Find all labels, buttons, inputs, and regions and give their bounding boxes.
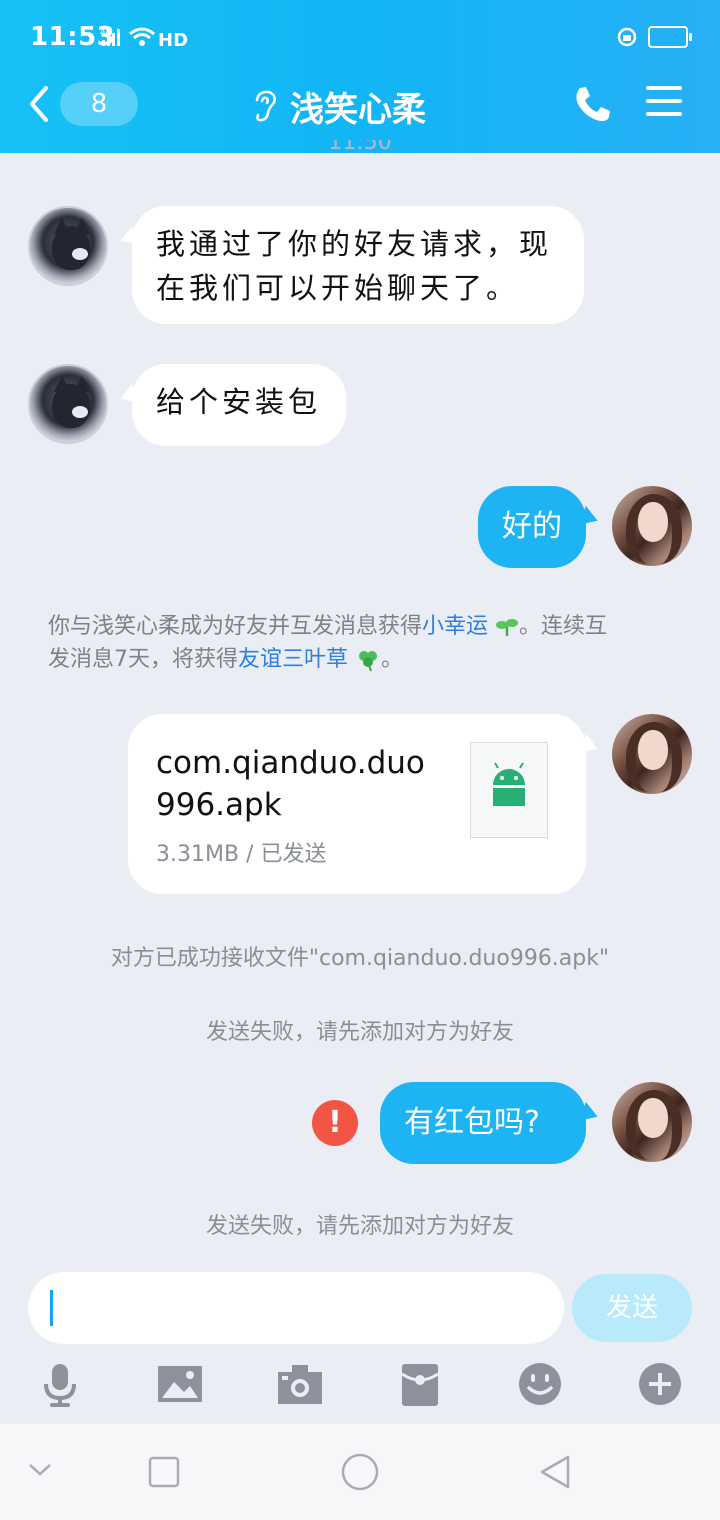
network-type-icon: 4G	[100, 28, 113, 38]
file-meta: 3.31MB / 已发送	[156, 842, 327, 867]
back-button[interactable]: 8	[28, 82, 138, 128]
chat-title-area[interactable]: 浅笑心柔	[250, 84, 426, 130]
send-button[interactable]: 发送	[572, 1274, 692, 1342]
call-button[interactable]	[572, 84, 612, 124]
message-text: 给个安装包	[156, 385, 322, 419]
message-text: 有红包吗?	[404, 1105, 540, 1140]
sprout-icon	[496, 619, 519, 636]
camera-icon[interactable]	[276, 1360, 324, 1408]
friendship-system-message: 你与浅笑心柔成为好友并互发消息获得小幸运 。连续互 发消息7天，将获得友谊三叶草…	[48, 614, 608, 672]
signal-icons: 4G HD	[100, 26, 190, 54]
image-icon[interactable]	[156, 1360, 204, 1408]
unread-count-badge: 8	[60, 82, 138, 126]
message-bubble-outgoing[interactable]: 好的	[478, 486, 601, 568]
recent-apps-icon[interactable]	[148, 1456, 180, 1488]
menu-icon	[646, 86, 682, 90]
send-failed-notice: 发送失败，请先添加对方为好友	[205, 1214, 514, 1239]
status-bar: 11:53 4G HD	[0, 0, 720, 72]
apk-file-icon	[470, 742, 548, 838]
menu-button[interactable]	[646, 86, 682, 118]
clover-link[interactable]: 友谊三叶草	[238, 647, 348, 672]
message-text: 在我们可以开始聊天了。	[156, 271, 520, 305]
red-packet-icon[interactable]	[396, 1360, 444, 1408]
microphone-icon[interactable]	[36, 1360, 84, 1408]
chevron-down-icon[interactable]	[28, 1462, 52, 1478]
my-avatar[interactable]	[612, 1082, 692, 1162]
send-error-icon[interactable]: !	[312, 1100, 358, 1146]
timestamp: 11:50	[328, 140, 392, 154]
file-received-notice: 对方已成功接收文件"com.qianduo.duo996.apk"	[110, 946, 610, 971]
back-nav-icon[interactable]	[538, 1454, 572, 1490]
chat-title: 浅笑心柔	[290, 89, 426, 130]
file-message-card[interactable]: com.qianduo.duo 996.apk 3.31MB / 已发送	[128, 714, 601, 894]
lucky-link[interactable]: 小幸运	[422, 614, 488, 639]
system-nav-bar	[0, 1424, 720, 1520]
phone-icon	[576, 87, 610, 122]
contact-avatar[interactable]	[28, 364, 108, 444]
clover-icon	[359, 651, 378, 672]
send-failed-notice: 发送失败，请先添加对方为好友	[205, 1020, 514, 1045]
input-toolbar	[0, 1356, 720, 1416]
plus-icon[interactable]	[636, 1360, 684, 1408]
text-caret	[50, 1290, 53, 1326]
emoji-icon[interactable]	[516, 1360, 564, 1408]
message-text: 我通过了你的好友请求，现	[156, 227, 553, 261]
file-name: com.qianduo.duo 996.apk	[156, 745, 425, 823]
home-icon[interactable]	[340, 1452, 380, 1492]
message-bubble-incoming[interactable]: 给个安装包	[117, 364, 346, 446]
battery-icon	[648, 26, 692, 48]
ear-icon	[255, 90, 277, 122]
message-bubble-incoming[interactable]: 我通过了你的好友请求，现 在我们可以开始聊天了。	[117, 206, 584, 324]
rotation-lock-icon	[616, 26, 638, 52]
message-text: 好的	[502, 509, 562, 544]
message-input[interactable]	[28, 1272, 564, 1344]
back-arrow-icon	[30, 86, 48, 122]
chat-header: 11:53 4G HD 8 浅笑心柔	[0, 0, 720, 153]
svg-text:HD: HD	[158, 30, 188, 50]
my-avatar[interactable]	[612, 486, 692, 566]
my-avatar[interactable]	[612, 714, 692, 794]
message-bubble-outgoing[interactable]: 有红包吗?	[380, 1082, 601, 1164]
contact-avatar[interactable]	[28, 206, 108, 286]
